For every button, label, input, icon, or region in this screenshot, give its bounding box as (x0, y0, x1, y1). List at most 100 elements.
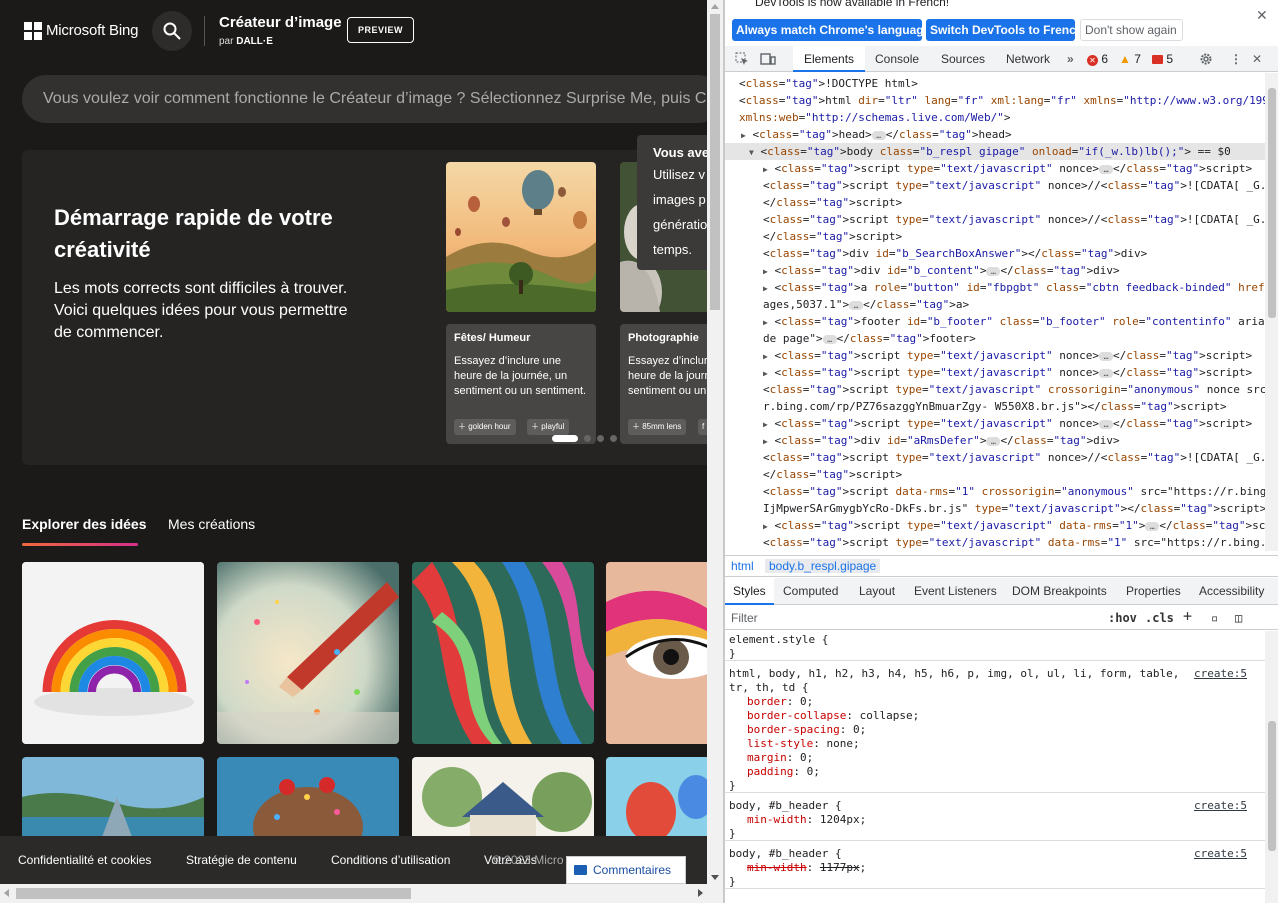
chip-85mm-lens[interactable]: ＋ 85mm lens (628, 419, 687, 435)
issues-count-badge[interactable]: 5 (1152, 51, 1173, 67)
scrollbar-thumb[interactable] (1268, 88, 1276, 318)
dom-node-line[interactable]: </class="tag">script> (763, 194, 902, 211)
scroll-right-icon[interactable] (698, 889, 703, 897)
tab-dom-breakpoints[interactable]: DOM Breakpoints (1012, 578, 1107, 605)
paint-bucket-icon[interactable]: ▫ (1211, 611, 1218, 625)
dom-node-line[interactable]: ▶ <class="tag">div id="b_content">… </cla… (763, 262, 1120, 280)
dom-node-line[interactable]: <class="tag">script type="text/javascrip… (763, 177, 1265, 194)
breadcrumb-html[interactable]: html (731, 559, 754, 573)
dom-node-line[interactable]: </class="tag">script> (763, 466, 902, 483)
switch-french-button[interactable]: Switch DevTools to French (926, 19, 1083, 41)
dom-node-line[interactable]: xmlns:web="http://schemas.live.com/Web/"… (739, 109, 1011, 126)
css-selector[interactable]: body, #b_header { (729, 847, 1199, 861)
breadcrumb-body[interactable]: body.b_respl.gipage (765, 559, 881, 573)
gallery-item-pencil[interactable] (217, 562, 399, 744)
dom-node-line[interactable]: ▶ <class="tag">script type="text/javascr… (763, 160, 1252, 178)
dom-node-line[interactable]: <class="tag">!DOCTYPE html> (739, 75, 918, 92)
tab-computed[interactable]: Computed (783, 578, 838, 605)
footer-link-privacy[interactable]: Confidentialité et cookies (18, 853, 151, 867)
dom-node-line[interactable]: <class="tag">html dir="ltr" lang="fr" xm… (739, 92, 1265, 109)
preview-badge[interactable]: PREVIEW (347, 17, 414, 43)
dom-node-line[interactable]: ▶ <class="tag">a role="button" id="fbpgb… (763, 279, 1265, 297)
dom-node-line[interactable]: de page">… </class="tag">footer> (763, 330, 976, 347)
dom-node-line[interactable]: ▶ <class="tag">script type="text/javascr… (763, 415, 1252, 433)
tab-explore-ideas[interactable]: Explorer des idées (22, 516, 147, 532)
tab-my-creations[interactable]: Mes créations (168, 516, 255, 532)
tab-elements[interactable]: Elements (793, 46, 866, 72)
new-rule-icon[interactable]: + (1183, 607, 1192, 625)
dom-node-line[interactable]: <class="tag">script type="text/javascrip… (763, 211, 1265, 228)
scrollbar-thumb[interactable] (16, 888, 411, 899)
dom-node-line[interactable]: ▶ <class="tag">head>… </class="tag">head> (741, 126, 1012, 144)
carousel-dot-active[interactable] (552, 435, 578, 443)
dom-tree[interactable]: <class="tag">!DOCTYPE html> <class="tag">… (725, 73, 1265, 551)
brand-name[interactable]: Microsoft Bing (46, 22, 138, 39)
dom-node-line[interactable]: <class="tag">script type="text/javascrip… (763, 381, 1265, 398)
styles-rules[interactable]: element.style {} html, body, h1, h2, h3, … (725, 631, 1265, 903)
dom-node-line[interactable]: <class="tag">script data-rms="1" crossor… (763, 483, 1265, 500)
card-photography[interactable]: Photographie Essayez d’inclure une heure… (620, 324, 707, 444)
microsoft-logo-icon[interactable] (24, 22, 42, 40)
carousel-dot[interactable] (610, 435, 617, 443)
device-toolbar-icon[interactable] (760, 52, 776, 66)
css-declaration[interactable]: border-collapse: collapse; (747, 709, 919, 723)
css-declaration[interactable]: padding: 0; (747, 765, 820, 779)
gallery-item-eye[interactable] (606, 562, 707, 744)
hover-state-toggle[interactable]: :hov (1108, 611, 1137, 625)
dom-node-line[interactable]: r.bing.com/rp/PZ76sazggYnBmuarZgy- W550X… (763, 398, 1227, 415)
scrollbar-thumb[interactable] (1268, 721, 1276, 851)
tab-layout[interactable]: Layout (859, 578, 895, 605)
styles-filter-input[interactable]: Filter (731, 611, 758, 625)
dom-scrollbar[interactable] (1265, 73, 1278, 551)
more-tabs-icon[interactable]: » (1067, 46, 1074, 72)
settings-gear-icon[interactable] (1199, 52, 1213, 66)
dom-node-line[interactable]: <class="tag">script type="text/javascrip… (763, 534, 1265, 551)
warning-count-badge[interactable]: ▲ 7 (1119, 51, 1141, 67)
dom-node-line[interactable]: ▶ <class="tag">script type="text/javascr… (763, 364, 1252, 382)
scrollbar-thumb[interactable] (710, 14, 720, 310)
tab-network[interactable]: Network (1006, 46, 1050, 72)
feedback-button[interactable]: Commentaires (566, 856, 686, 884)
gallery-item-rainbow[interactable] (22, 562, 204, 744)
dom-node-line[interactable]: ▶ <class="tag">div id="aRmsDefer">… </cla… (763, 432, 1120, 450)
sidebar-toggle-icon[interactable]: ◫ (1235, 611, 1242, 625)
carousel-dot[interactable] (597, 435, 604, 443)
dom-node-line[interactable]: ▶ <class="tag">script type="text/javascr… (763, 517, 1265, 535)
tab-console[interactable]: Console (875, 46, 919, 72)
footer-link-content-policy[interactable]: Stratégie de contenu (186, 853, 297, 867)
dom-node-line[interactable]: ▼ <class="tag">body class="b_respl gipag… (749, 143, 1231, 161)
dom-node-line[interactable]: </class="tag">script> (763, 228, 902, 245)
scroll-up-icon[interactable] (711, 4, 719, 9)
css-declaration[interactable]: min-width: 1204px; (747, 813, 866, 827)
gallery-item-ribbons[interactable] (412, 562, 594, 744)
card-image-holidays[interactable] (446, 162, 596, 312)
css-selector[interactable]: body, #b_header { (729, 799, 1199, 813)
tab-properties[interactable]: Properties (1126, 578, 1181, 605)
dom-node-line[interactable]: IjMpwerSArGmygbYcRo-DkFs.br.js" type="te… (763, 500, 1265, 517)
dom-node-line[interactable]: ages,5037.1">… </class="tag">a> (763, 296, 969, 313)
inspect-element-icon[interactable] (735, 52, 749, 66)
rule-source-link[interactable]: create:5 (1194, 799, 1247, 812)
tab-sources[interactable]: Sources (941, 46, 985, 72)
tab-event-listeners[interactable]: Event Listeners (914, 578, 997, 605)
card-holidays[interactable]: Fêtes/ Humeur Essayez d’inclure une heur… (446, 324, 596, 444)
chip-f[interactable]: f (698, 419, 707, 435)
css-declaration[interactable]: border-spacing: 0; (747, 723, 866, 737)
dom-node-line[interactable]: <class="tag">script type="text/javascrip… (763, 449, 1265, 466)
dom-node-line[interactable]: ▶ <class="tag">script type="text/javascr… (763, 347, 1252, 365)
css-selector[interactable]: element.style { (729, 633, 1199, 647)
close-icon[interactable]: ✕ (1256, 7, 1268, 24)
rule-source-link[interactable]: create:5 (1194, 847, 1247, 860)
close-devtools-icon[interactable]: ✕ (1252, 46, 1262, 72)
dom-node-line[interactable]: <class="tag">div id="b_SearchBoxAnswer">… (763, 245, 1147, 262)
css-declaration[interactable]: margin: 0; (747, 751, 813, 765)
chip-golden-hour[interactable]: ＋ golden hour (454, 419, 516, 435)
match-language-button[interactable]: Always match Chrome's language (732, 19, 930, 41)
tab-accessibility[interactable]: Accessibility (1199, 578, 1264, 605)
page-vertical-scrollbar[interactable] (707, 0, 723, 884)
css-declaration[interactable]: border: 0; (747, 695, 813, 709)
footer-link-terms[interactable]: Conditions d’utilisation (331, 853, 450, 867)
scroll-down-icon[interactable] (711, 875, 719, 880)
dom-node-line[interactable]: ▶ <class="tag">footer id="b_footer" clas… (763, 313, 1265, 331)
scroll-left-icon[interactable] (4, 889, 9, 897)
